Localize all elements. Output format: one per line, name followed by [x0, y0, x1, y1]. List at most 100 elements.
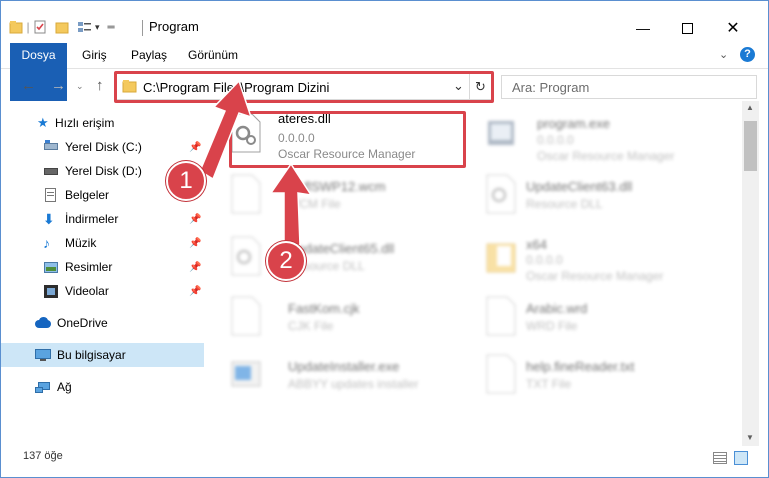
folder-icon[interactable]	[9, 20, 23, 34]
sidebar-item-onedrive[interactable]: OneDrive	[1, 311, 204, 335]
sidebar-item-label: Yerel Disk (C:)	[65, 140, 142, 154]
file-type: Resource DLL	[526, 197, 603, 211]
sidebar-item-this-pc[interactable]: Bu bilgisayar	[1, 343, 204, 367]
vertical-scrollbar[interactable]: ▲ ▼	[742, 101, 759, 446]
file-item-x64-folder[interactable]: x64 0.0.0.0 Oscar Resource Manager	[471, 229, 711, 287]
folder-icon	[486, 243, 516, 273]
navigation-pane: ★ Hızlı erişim Yerel Disk (C:) 📌 Yerel D…	[1, 105, 206, 445]
file-item-help-finereader-txt[interactable]: help.fineReader.txt TXT File	[471, 347, 711, 405]
exe-file-icon	[488, 121, 514, 145]
sidebar-item-label: Bu bilgisayar	[57, 348, 126, 362]
tab-share[interactable]: Paylaş	[131, 43, 167, 68]
help-icon[interactable]: ?	[740, 47, 755, 62]
scrollbar-thumb[interactable]	[744, 121, 757, 171]
sidebar-item-music[interactable]: ♪ Müzik 📌	[1, 231, 204, 255]
step-marker-1: 1	[166, 161, 206, 201]
details-view-icon[interactable]	[713, 452, 727, 464]
large-icons-view-icon[interactable]	[734, 451, 748, 465]
title-bar: | ▾ ═ Program — ✕	[1, 1, 768, 41]
item-count: 137 öğe	[23, 450, 63, 462]
pin-icon[interactable]: 📌	[189, 214, 201, 225]
sidebar-item-network[interactable]: Ağ	[1, 375, 204, 399]
sidebar-item-videos[interactable]: Videolar 📌	[1, 279, 204, 303]
file-description: ABBYY updates installer	[288, 377, 419, 391]
status-bar: 137 öğe	[1, 446, 768, 477]
sidebar-item-drive-c[interactable]: Yerel Disk (C:) 📌	[1, 135, 204, 159]
pin-icon[interactable]: 📌	[189, 262, 201, 273]
text-file-icon	[486, 354, 516, 394]
file-highlight-box	[229, 111, 466, 168]
documents-icon	[43, 188, 59, 202]
address-highlight-box	[114, 71, 494, 103]
file-version: 0.0.0.0	[526, 253, 563, 267]
computer-icon	[35, 348, 51, 362]
file-item-updateclient63-dll[interactable]: UpdateClient63.dll Resource DLL	[471, 167, 711, 225]
sidebar-item-label: Yerel Disk (D:)	[65, 164, 142, 178]
sidebar-item-label: İndirmeler	[65, 212, 119, 226]
drive-d-icon	[43, 164, 59, 178]
up-arrow-icon[interactable]: ↑	[96, 77, 104, 94]
back-arrow-icon[interactable]: ←	[21, 77, 36, 94]
scroll-down-icon[interactable]: ▼	[746, 433, 754, 442]
sidebar-item-label: OneDrive	[57, 316, 108, 330]
file-item-reflswp12-wcm[interactable]: ReflSWP12.wcm WCM File	[216, 167, 456, 225]
pin-icon[interactable]: 📌	[189, 238, 201, 249]
search-placeholder: Ara: Program	[512, 80, 590, 95]
sidebar-item-quick-access[interactable]: ★ Hızlı erişim	[1, 111, 204, 135]
qa-dropdown-icon[interactable]: ▾	[95, 22, 100, 33]
tab-home[interactable]: Giriş	[82, 43, 107, 68]
installer-icon	[231, 361, 261, 387]
file-name: Arabic.wrd	[526, 301, 588, 316]
file-description: Oscar Resource Manager	[537, 149, 675, 163]
file-type: TXT File	[526, 377, 572, 391]
pin-icon[interactable]: 📌	[189, 142, 201, 153]
file-item-updateclient65-dll[interactable]: UpdateClient65.dll Resource DLL	[216, 229, 456, 287]
new-folder-icon[interactable]	[55, 20, 69, 34]
tab-view[interactable]: Görünüm	[188, 43, 238, 68]
sidebar-item-label: Videolar	[65, 284, 109, 298]
sidebar-item-label: Hızlı erişim	[55, 116, 115, 130]
file-description: Oscar Resource Manager	[526, 269, 664, 283]
scroll-up-icon[interactable]: ▲	[746, 103, 754, 112]
generic-file-icon	[231, 296, 261, 336]
search-input[interactable]: Ara: Program	[501, 75, 757, 99]
window-title: Program	[149, 19, 199, 34]
maximize-button[interactable]	[665, 15, 709, 41]
file-item-arabic-wrd[interactable]: Arabic.wrd WRD File	[471, 289, 711, 347]
recent-locations-icon[interactable]: ⌄	[76, 81, 84, 92]
sidebar-item-label: Ağ	[57, 380, 72, 394]
sidebar-item-downloads[interactable]: ⬇ İndirmeler 📌	[1, 207, 204, 231]
file-name: FastKom.cjk	[288, 301, 360, 316]
view-options-icon[interactable]	[77, 20, 93, 34]
file-item-fastkom-cjk[interactable]: FastKom.cjk CJK File	[216, 289, 456, 347]
sidebar-item-pictures[interactable]: Resimler 📌	[1, 255, 204, 279]
minimize-icon: —	[636, 20, 650, 36]
expand-ribbon-icon[interactable]: ⌄	[719, 48, 728, 61]
close-button[interactable]: ✕	[711, 15, 755, 41]
title-separator	[142, 20, 143, 36]
pin-icon[interactable]: 📌	[189, 286, 201, 297]
file-version: 0.0.0.0	[537, 133, 574, 147]
file-name: UpdateClient63.dll	[526, 179, 633, 194]
drive-c-icon	[43, 140, 59, 154]
pictures-icon	[43, 260, 59, 274]
file-item-updateinstaller-exe[interactable]: UpdateInstaller.exe ABBYY updates instal…	[216, 347, 456, 405]
quick-access-toolbar: | ▾ ═	[9, 16, 115, 38]
star-icon: ★	[37, 115, 49, 130]
explorer-window: | ▾ ═ Program — ✕ Dosya Giriş Paylaş Gör…	[0, 0, 769, 478]
sidebar-item-label: Belgeler	[65, 188, 110, 202]
file-name: ReflSWP12.wcm	[288, 179, 386, 194]
customize-qa-icon[interactable]: ═	[108, 22, 115, 33]
minimize-button[interactable]: —	[621, 15, 665, 41]
properties-icon[interactable]	[33, 20, 47, 34]
forward-arrow-icon[interactable]: →	[51, 77, 66, 94]
file-type: WCM File	[288, 197, 341, 211]
network-icon	[35, 380, 51, 394]
file-item-program-exe[interactable]: program.exe 0.0.0.0 Oscar Resource Manag…	[471, 106, 711, 164]
sidebar-item-label: Müzik	[65, 236, 97, 250]
generic-file-icon	[231, 174, 261, 214]
dll-file-icon	[486, 174, 516, 214]
file-name: help.fineReader.txt	[526, 359, 635, 374]
qa-separator: |	[26, 20, 30, 34]
onedrive-icon	[35, 316, 51, 330]
